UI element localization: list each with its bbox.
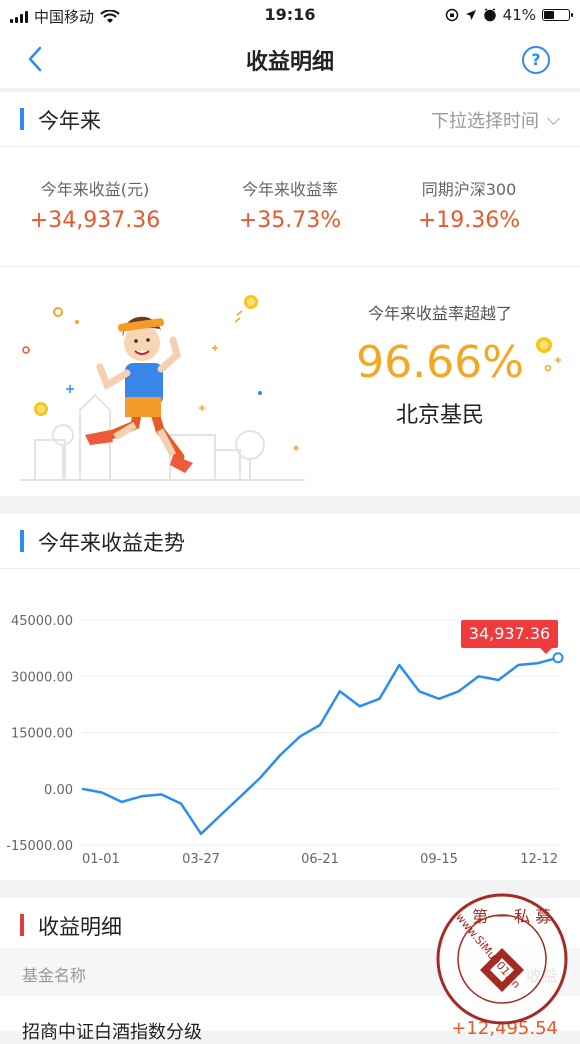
battery-percent: 41% <box>502 6 536 24</box>
location-icon <box>465 10 476 20</box>
simu-watermark-logo: 第 一 私 募 www.SiMu001.cn <box>436 893 568 1025</box>
divider <box>0 146 580 147</box>
column-fund-name: 基金名称 <box>22 966 87 985</box>
fund-name[interactable]: 招商中证白酒指数分级 <box>22 1018 202 1044</box>
y-tick-label: 30000.00 <box>11 670 73 685</box>
x-tick-label: 01-01 <box>82 852 120 867</box>
beat-group: 北京基民 <box>395 403 484 428</box>
stat-label: 今年来收益(元) <box>40 180 150 199</box>
beat-percentage: 96.66% <box>356 337 524 388</box>
x-tick-label: 03-27 <box>182 852 220 867</box>
stat-value: +35.73% <box>238 208 342 233</box>
beat-label: 今年来收益率超越了 <box>367 304 512 323</box>
x-tick-label: 06-21 <box>301 852 339 867</box>
battery-icon <box>542 9 573 21</box>
divider <box>0 568 580 569</box>
y-tick-label: 0.00 <box>44 783 73 798</box>
rotation-lock-icon <box>445 8 458 22</box>
chart-end-point <box>552 652 564 664</box>
stat-ytd-profit: 今年来收益(元) +34,937.36 <box>0 176 190 233</box>
nav-bar: 收益明细 ? <box>0 30 580 88</box>
y-tick-label: 15000.00 <box>11 727 73 742</box>
svg-text:第 一 私 募: 第 一 私 募 <box>472 907 551 926</box>
stat-value: +34,937.36 <box>29 208 161 233</box>
y-tick-label: -15000.00 <box>6 839 73 854</box>
profit-trend-line <box>81 656 559 836</box>
chevron-down-icon <box>547 112 560 125</box>
section-marker <box>20 530 24 552</box>
section-marker <box>20 108 24 130</box>
alarm-icon <box>483 8 496 22</box>
section-marker <box>20 914 24 936</box>
detail-title: 收益明细 <box>38 915 122 939</box>
divider <box>0 266 580 267</box>
chart-tooltip: 34,937.36 <box>461 620 558 654</box>
time-picker[interactable]: 下拉选择时间 <box>431 107 560 133</box>
trend-header: 今年来收益走势 <box>0 514 580 568</box>
x-tick-label: 09-15 <box>420 852 458 867</box>
stat-value: +19.36% <box>417 208 521 233</box>
time-picker-label: 下拉选择时间 <box>431 111 539 132</box>
x-tick-label: 12-12 <box>520 852 558 867</box>
status-bar: 中国移动 19:16 41% <box>0 0 580 30</box>
runner-illustration <box>20 295 305 481</box>
trend-title: 今年来收益走势 <box>38 531 185 555</box>
ytd-header: 今年来 下拉选择时间 <box>0 92 580 146</box>
page-title: 收益明细 <box>245 50 334 75</box>
stat-label: 今年来收益率 <box>241 180 338 199</box>
y-tick-label: 45000.00 <box>11 614 73 629</box>
stat-label: 同期沪深300 <box>421 180 517 199</box>
stat-ytd-rate: 今年来收益率 +35.73% <box>195 176 385 233</box>
ytd-title: 今年来 <box>38 109 101 133</box>
stat-hs300: 同期沪深300 +19.36% <box>374 176 564 233</box>
help-icon[interactable]: ? <box>522 46 550 74</box>
coin-icon <box>536 337 561 372</box>
